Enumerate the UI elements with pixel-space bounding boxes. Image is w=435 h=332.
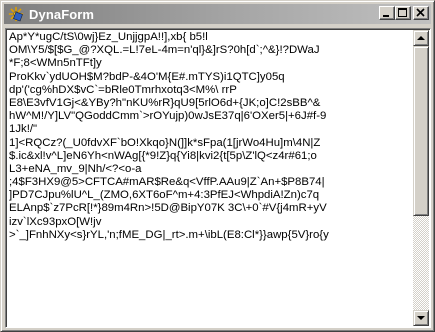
text-line: $.ic&xl!v^L]eN6Yh<nWAg[{*9!Z}q{Yi8|kvi2{… [9,149,317,162]
scroll-down-button[interactable] [413,310,429,326]
title-buttons [379,6,429,20]
text-line: 1Jk!/" [9,123,38,136]
text-line: *F;8<WMn5nTFt]y [9,57,102,70]
title-bar[interactable]: DynaForm [4,4,431,24]
text-line: ProKkv`ydUOH$M?bdP-&4O'M{E#.mTYS)i1QTC]y… [9,70,285,83]
window-title: DynaForm [29,6,95,22]
text-line: ELAnp$`z7PcR[!*}89m4Rn>!5D@BipY07K 3C\+0… [9,202,327,215]
text-line: 1]<RQCz?(_U0fdvXF`bO!Xkqo}N(]]k*sFpa(1[j… [9,136,321,149]
text-line: hW^M!/Y]LV"QGoddCmm`>rOYujp)0wJsE37q|6'O… [9,110,327,123]
text-line: OM\Y5/$[$G_@?XQL.=L!7eL-4m=n'ql}&]rS?0h[… [9,44,320,57]
text-line: E8\E3vfV1Gj<&YBy?h"nKU%rR}qU9[5rlO6d+{JK… [9,96,321,109]
scroll-thumb[interactable] [413,46,429,216]
minimize-button[interactable] [379,6,395,20]
text-line: izv`lXc93pxO[W!jv [9,215,102,228]
app-icon[interactable] [8,6,24,22]
arrow-down-icon [417,316,425,320]
scroll-up-button[interactable] [413,30,429,46]
text-line: >`_]FnhNXy<s}rYL,'n;fME_DG|_rt>.m+\ibL(E… [9,228,329,241]
close-button[interactable] [413,6,429,20]
text-line: L3+eNA_mv_9|Nh/<?<o-a [9,162,142,175]
maximize-button[interactable] [395,6,411,20]
arrow-up-icon [417,36,425,40]
text-line: Ap*Y*ugC/tS\0wj}Ez_UnjjgpA!!],xb{ b5!l [9,31,208,43]
dynaform-window: DynaForm Ap*Y*ugC/tS\0wj}Ez_UnjjgpA!!],x… [0,0,435,332]
text-content-area[interactable]: Ap*Y*ugC/tS\0wj}Ez_UnjjgpA!!],xb{ b5!l OM… [5,28,431,328]
text-line: ;4$F3HX9@5>CFTCA#mAR$Re&q<VffP.AAu9|Z`An… [9,176,325,189]
minimize-icon [383,15,389,17]
vertical-scrollbar[interactable] [413,30,429,326]
maximize-icon [398,8,407,17]
text-line: dp'('cg%hDX$vC`=bRle0Tmrhxotq3<M%\ rrP [9,83,237,96]
text-display[interactable]: Ap*Y*ugC/tS\0wj}Ez_UnjjgpA!!],xb{ b5!l OM… [9,31,409,325]
close-icon [416,8,425,17]
text-line: ]PD7CJpu%lU^L_(ZMO,6XT6oF^m+4:3PfEJ<Whpd… [9,189,320,202]
